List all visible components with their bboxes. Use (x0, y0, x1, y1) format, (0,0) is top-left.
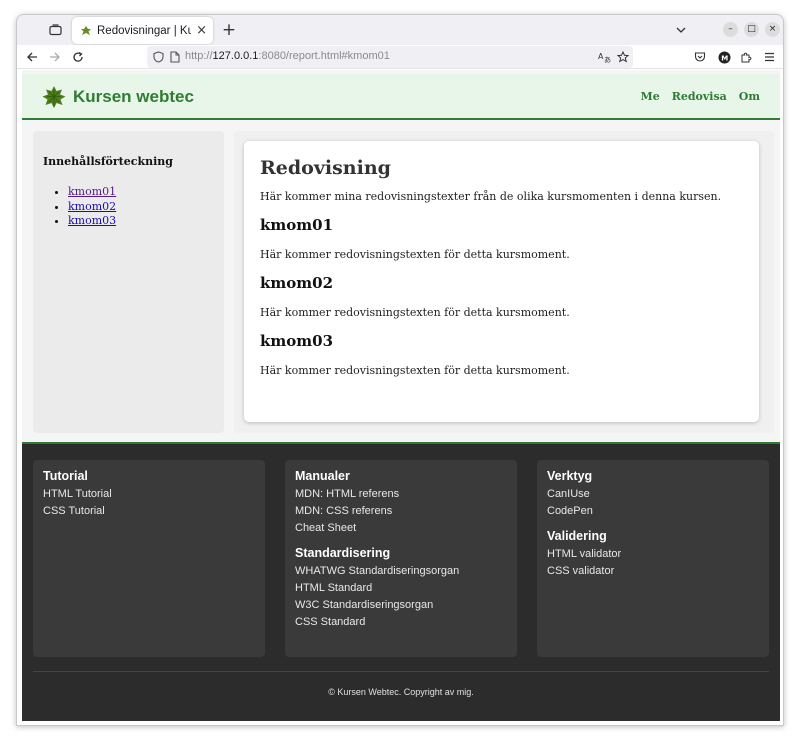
minimize-button[interactable]: – (723, 22, 738, 37)
footer-link[interactable]: HTML Tutorial (43, 486, 255, 503)
footer-link[interactable]: Cheat Sheet (295, 520, 507, 537)
footer-link[interactable]: MDN: HTML referens (295, 486, 507, 503)
footer-heading-tutorial: Tutorial (43, 469, 88, 483)
site-favicon (81, 25, 91, 35)
copyright-text: © Kursen Webtec. Copyright av mig. (328, 687, 474, 697)
forward-icon[interactable] (46, 48, 64, 66)
page-icon[interactable] (167, 48, 183, 66)
section-heading-kmom03: kmom03 (260, 332, 334, 350)
back-icon[interactable] (23, 48, 41, 66)
top-navigation: Me Redovisa Om (641, 90, 760, 103)
nav-link-om[interactable]: Om (739, 90, 760, 103)
extensions-icon[interactable] (737, 48, 755, 66)
toc-item: kmom03 (68, 214, 214, 229)
report-article: Redovisning Här kommer mina redovisnings… (244, 141, 759, 422)
chevron-down-icon[interactable] (673, 22, 689, 38)
reload-icon[interactable] (69, 48, 87, 66)
footer-link[interactable]: CanIUse (547, 486, 759, 503)
svg-text:あ: あ (604, 56, 611, 63)
toc-item: kmom02 (68, 200, 214, 215)
footer-link[interactable]: WHATWG Standardiseringsorgan (295, 563, 507, 580)
new-tab-button[interactable]: + (219, 20, 239, 40)
footer-link[interactable]: HTML Standard (295, 580, 507, 597)
site-header: Kursen webtec Me Redovisa Om (22, 74, 780, 120)
maximize-button[interactable]: □ (744, 22, 759, 37)
toc-title: Innehållsförteckning (43, 155, 173, 168)
toc-item: kmom01 (68, 185, 214, 200)
footer-heading-validering: Validering (547, 529, 607, 543)
main-content: Redovisning Här kommer mina redovisnings… (234, 131, 774, 433)
section-text-kmom03: Här kommer redovisningstexten för detta … (260, 364, 570, 377)
account-icon[interactable]: M (715, 48, 733, 66)
toc-list: kmom01 kmom02 kmom03 (68, 185, 214, 229)
page-title: Redovisning (260, 157, 391, 179)
section-heading-kmom01: kmom01 (260, 216, 334, 234)
active-tab[interactable]: Redovisningar | Kursen webtec × (72, 17, 213, 44)
browser-window: Redovisningar | Kursen webtec × + – □ × (16, 14, 784, 726)
footer-divider (33, 671, 769, 672)
navigation-bar: http://127.0.0.1:8080/report.html#kmom01… (17, 45, 783, 69)
tab-list-icon[interactable] (45, 21, 65, 39)
footer-link[interactable]: MDN: CSS referens (295, 503, 507, 520)
tab-title: Redovisningar | Kursen webtec (97, 24, 191, 37)
menu-icon[interactable] (760, 48, 778, 66)
footer-column-manualer: Manualer MDN: HTML referens MDN: CSS ref… (285, 460, 517, 657)
footer-heading-verktyg: Verktyg (547, 469, 593, 483)
footer-heading-manualer: Manualer (295, 469, 350, 483)
close-window-button[interactable]: × (765, 22, 780, 37)
table-of-contents: Innehållsförteckning kmom01 kmom02 kmom0… (33, 131, 224, 433)
footer-column-tutorial: Tutorial HTML Tutorial CSS Tutorial (33, 460, 265, 657)
pocket-icon[interactable] (691, 48, 709, 66)
url-text[interactable]: http://127.0.0.1:8080/report.html#kmom01 (185, 50, 390, 62)
svg-text:M: M (721, 54, 728, 62)
footer-link[interactable]: CSS Standard (295, 614, 507, 631)
nav-link-redovisa[interactable]: Redovisa (672, 90, 727, 103)
intro-text: Här kommer mina redovisningstexter från … (260, 190, 722, 203)
site-brand[interactable]: Kursen webtec (73, 87, 194, 107)
tab-strip: Redovisningar | Kursen webtec × + – □ × (17, 15, 783, 45)
footer-heading-standardisering: Standardisering (295, 546, 391, 560)
shield-icon[interactable] (150, 48, 166, 66)
bookmark-star-icon[interactable] (615, 48, 631, 66)
leaf-logo-icon[interactable] (41, 84, 67, 110)
section-heading-kmom02: kmom02 (260, 274, 334, 292)
address-bar[interactable]: http://127.0.0.1:8080/report.html#kmom01… (147, 46, 633, 68)
footer-column-verktyg: Verktyg CanIUse CodePen Validering HTML … (537, 460, 769, 657)
nav-link-me[interactable]: Me (641, 90, 660, 103)
footer-link[interactable]: CSS Tutorial (43, 503, 255, 520)
site-footer: Tutorial HTML Tutorial CSS Tutorial Manu… (22, 442, 780, 721)
section-text-kmom02: Här kommer redovisningstexten för detta … (260, 306, 570, 319)
footer-link[interactable]: CodePen (547, 503, 759, 520)
footer-link[interactable]: HTML validator (547, 546, 759, 563)
footer-link[interactable]: CSS validator (547, 563, 759, 580)
toc-link-kmom03[interactable]: kmom03 (68, 214, 116, 227)
toc-link-kmom01[interactable]: kmom01 (68, 185, 116, 198)
section-text-kmom01: Här kommer redovisningstexten för detta … (260, 248, 570, 261)
footer-link[interactable]: W3C Standardiseringsorgan (295, 597, 507, 614)
web-page: Kursen webtec Me Redovisa Om Innehållsfö… (22, 70, 780, 721)
translate-icon[interactable]: Aあ (596, 48, 612, 66)
tab-close-button[interactable]: × (196, 24, 207, 37)
toc-link-kmom02[interactable]: kmom02 (68, 200, 116, 213)
